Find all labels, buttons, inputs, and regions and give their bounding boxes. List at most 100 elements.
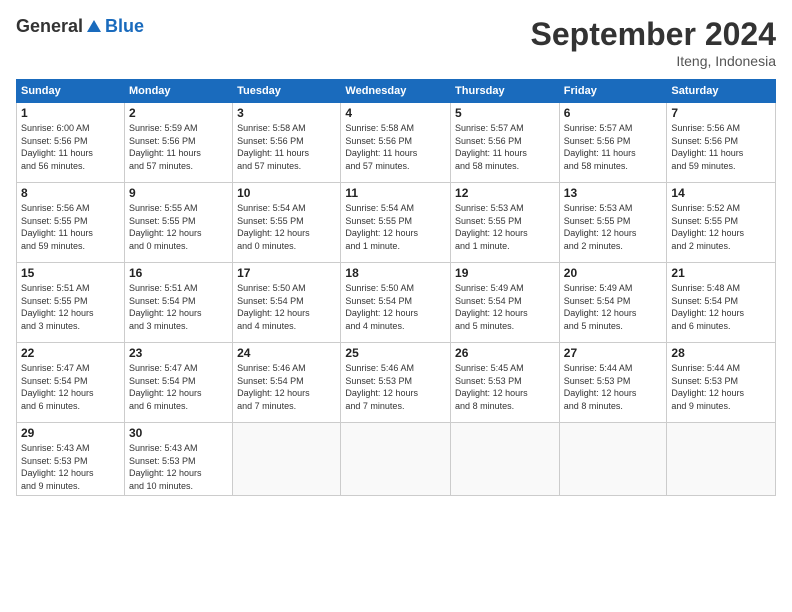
table-row: 18Sunrise: 5:50 AM Sunset: 5:54 PM Dayli… [341, 263, 451, 343]
day-number: 23 [129, 346, 228, 360]
day-info: Sunrise: 5:54 AM Sunset: 5:55 PM Dayligh… [345, 202, 446, 252]
day-info: Sunrise: 5:43 AM Sunset: 5:53 PM Dayligh… [129, 442, 228, 492]
day-info: Sunrise: 5:57 AM Sunset: 5:56 PM Dayligh… [564, 122, 663, 172]
day-info: Sunrise: 5:46 AM Sunset: 5:54 PM Dayligh… [237, 362, 336, 412]
day-info: Sunrise: 5:56 AM Sunset: 5:56 PM Dayligh… [671, 122, 771, 172]
day-number: 14 [671, 186, 771, 200]
table-row [667, 423, 776, 496]
day-number: 1 [21, 106, 120, 120]
table-row: 5 Sunrise: 5:57 AM Sunset: 5:56 PM Daylig… [451, 103, 560, 183]
col-sunday: Sunday [17, 80, 125, 103]
day-info: Sunrise: 5:44 AM Sunset: 5:53 PM Dayligh… [564, 362, 663, 412]
table-row: 6 Sunrise: 5:57 AM Sunset: 5:56 PM Daylig… [559, 103, 667, 183]
day-info: Sunrise: 5:58 AM Sunset: 5:56 PM Dayligh… [345, 122, 446, 172]
logo: General Blue [16, 16, 144, 37]
table-row: 9Sunrise: 5:55 AM Sunset: 5:55 PM Daylig… [124, 183, 232, 263]
day-number: 19 [455, 266, 555, 280]
day-info: Sunrise: 5:51 AM Sunset: 5:54 PM Dayligh… [129, 282, 228, 332]
calendar-table: Sunday Monday Tuesday Wednesday Thursday… [16, 79, 776, 496]
day-number: 22 [21, 346, 120, 360]
col-friday: Friday [559, 80, 667, 103]
table-row [233, 423, 341, 496]
col-saturday: Saturday [667, 80, 776, 103]
logo-general: General [16, 16, 83, 37]
day-info: Sunrise: 5:59 AM Sunset: 5:56 PM Dayligh… [129, 122, 228, 172]
location: Iteng, Indonesia [531, 53, 776, 69]
table-row: 7 Sunrise: 5:56 AM Sunset: 5:56 PM Daylig… [667, 103, 776, 183]
col-thursday: Thursday [451, 80, 560, 103]
day-number: 10 [237, 186, 336, 200]
title-area: September 2024 Iteng, Indonesia [531, 16, 776, 69]
day-number: 30 [129, 426, 228, 440]
logo-blue: Blue [105, 16, 144, 37]
table-row: 25 Sunrise: 5:46 AM Sunset: 5:53 PM Dayli… [341, 343, 451, 423]
day-info: Sunrise: 5:56 AM Sunset: 5:55 PM Dayligh… [21, 202, 120, 252]
day-number: 8 [21, 186, 120, 200]
day-info: Sunrise: 5:45 AM Sunset: 5:53 PM Dayligh… [455, 362, 555, 412]
day-number: 15 [21, 266, 120, 280]
day-number: 21 [671, 266, 771, 280]
day-info: Sunrise: 5:57 AM Sunset: 5:56 PM Dayligh… [455, 122, 555, 172]
day-number: 13 [564, 186, 663, 200]
day-info: Sunrise: 5:47 AM Sunset: 5:54 PM Dayligh… [21, 362, 120, 412]
table-row: 27 Sunrise: 5:44 AM Sunset: 5:53 PM Dayli… [559, 343, 667, 423]
table-row: 29 Sunrise: 5:43 AM Sunset: 5:53 PM Dayli… [17, 423, 125, 496]
table-row: 4 Sunrise: 5:58 AM Sunset: 5:56 PM Daylig… [341, 103, 451, 183]
day-info: Sunrise: 5:44 AM Sunset: 5:53 PM Dayligh… [671, 362, 771, 412]
table-row: 24 Sunrise: 5:46 AM Sunset: 5:54 PM Dayli… [233, 343, 341, 423]
table-row: 17Sunrise: 5:50 AM Sunset: 5:54 PM Dayli… [233, 263, 341, 343]
day-info: Sunrise: 5:43 AM Sunset: 5:53 PM Dayligh… [21, 442, 120, 492]
col-monday: Monday [124, 80, 232, 103]
header: General Blue September 2024 Iteng, Indon… [16, 16, 776, 69]
day-number: 5 [455, 106, 555, 120]
day-number: 12 [455, 186, 555, 200]
table-row: 11 Sunrise: 5:54 AM Sunset: 5:55 PM Dayli… [341, 183, 451, 263]
day-number: 20 [564, 266, 663, 280]
logo-icon [85, 18, 103, 36]
table-row: 19Sunrise: 5:49 AM Sunset: 5:54 PM Dayli… [451, 263, 560, 343]
table-row: 16 Sunrise: 5:51 AM Sunset: 5:54 PM Dayli… [124, 263, 232, 343]
table-row [559, 423, 667, 496]
day-number: 29 [21, 426, 120, 440]
table-row: 21Sunrise: 5:48 AM Sunset: 5:54 PM Dayli… [667, 263, 776, 343]
day-number: 2 [129, 106, 228, 120]
table-row [341, 423, 451, 496]
day-number: 26 [455, 346, 555, 360]
month-title: September 2024 [531, 16, 776, 53]
day-number: 28 [671, 346, 771, 360]
day-number: 27 [564, 346, 663, 360]
table-row: 2 Sunrise: 5:59 AM Sunset: 5:56 PM Daylig… [124, 103, 232, 183]
day-info: Sunrise: 5:46 AM Sunset: 5:53 PM Dayligh… [345, 362, 446, 412]
day-info: Sunrise: 5:58 AM Sunset: 5:56 PM Dayligh… [237, 122, 336, 172]
day-number: 24 [237, 346, 336, 360]
day-number: 9 [129, 186, 228, 200]
day-number: 6 [564, 106, 663, 120]
col-wednesday: Wednesday [341, 80, 451, 103]
day-number: 3 [237, 106, 336, 120]
table-row: 8 Sunrise: 5:56 AM Sunset: 5:55 PM Daylig… [17, 183, 125, 263]
calendar-header-row: Sunday Monday Tuesday Wednesday Thursday… [17, 80, 776, 103]
day-info: Sunrise: 5:53 AM Sunset: 5:55 PM Dayligh… [564, 202, 663, 252]
col-tuesday: Tuesday [233, 80, 341, 103]
day-info: Sunrise: 5:53 AM Sunset: 5:55 PM Dayligh… [455, 202, 555, 252]
day-info: Sunrise: 5:47 AM Sunset: 5:54 PM Dayligh… [129, 362, 228, 412]
table-row: 20Sunrise: 5:49 AM Sunset: 5:54 PM Dayli… [559, 263, 667, 343]
table-row: 1Sunrise: 6:00 AM Sunset: 5:56 PM Daylig… [17, 103, 125, 183]
day-number: 17 [237, 266, 336, 280]
table-row: 23 Sunrise: 5:47 AM Sunset: 5:54 PM Dayli… [124, 343, 232, 423]
table-row: 15Sunrise: 5:51 AM Sunset: 5:55 PM Dayli… [17, 263, 125, 343]
table-row: 26 Sunrise: 5:45 AM Sunset: 5:53 PM Dayli… [451, 343, 560, 423]
day-number: 25 [345, 346, 446, 360]
day-number: 4 [345, 106, 446, 120]
page: General Blue September 2024 Iteng, Indon… [0, 0, 792, 612]
table-row: 12 Sunrise: 5:53 AM Sunset: 5:55 PM Dayli… [451, 183, 560, 263]
day-number: 7 [671, 106, 771, 120]
table-row: 30 Sunrise: 5:43 AM Sunset: 5:53 PM Dayli… [124, 423, 232, 496]
table-row: 22 Sunrise: 5:47 AM Sunset: 5:54 PM Dayli… [17, 343, 125, 423]
day-number: 11 [345, 186, 446, 200]
day-info: Sunrise: 5:52 AM Sunset: 5:55 PM Dayligh… [671, 202, 771, 252]
day-number: 16 [129, 266, 228, 280]
table-row [451, 423, 560, 496]
day-info: Sunrise: 5:54 AM Sunset: 5:55 PM Dayligh… [237, 202, 336, 252]
table-row: 14 Sunrise: 5:52 AM Sunset: 5:55 PM Dayli… [667, 183, 776, 263]
